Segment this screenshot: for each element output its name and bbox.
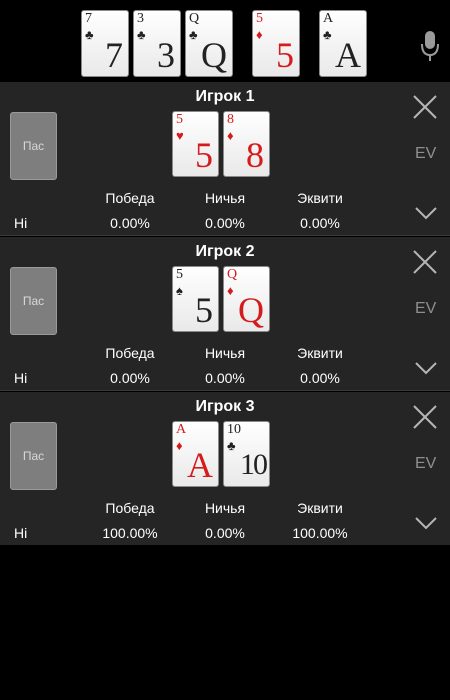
- tie-label: Ничья: [204, 500, 246, 516]
- card-rank-large: A: [335, 35, 361, 75]
- win-label: Победа: [105, 345, 155, 361]
- equity-label: Эквити: [297, 190, 343, 206]
- tie-value: 0.00%: [205, 525, 245, 541]
- card-suit-icon: ♠: [176, 283, 183, 298]
- tie-value: 0.00%: [205, 215, 245, 231]
- win-value: 0.00%: [110, 215, 150, 231]
- player-title: Игрок 1: [195, 88, 255, 105]
- player-card-1[interactable]: 5 ♥ 5: [172, 111, 219, 177]
- card-rank: Q: [227, 267, 238, 282]
- win-label: Победа: [105, 190, 155, 206]
- board-card-5[interactable]: A ♣ A: [319, 10, 367, 77]
- card-suit-icon: ♦: [256, 27, 263, 42]
- card-rank: A: [176, 422, 187, 437]
- close-icon[interactable]: [412, 249, 438, 275]
- pass-button[interactable]: Пас: [10, 112, 57, 180]
- player-card-2[interactable]: Q ♦ Q: [223, 266, 270, 332]
- board-cards-bar: 7 ♣ 7 3 ♣ 3 Q ♣ Q 5 ♦ 5 A ♣ A: [0, 0, 450, 80]
- card-suit-icon: ♣: [85, 27, 94, 42]
- board-card-3[interactable]: Q ♣ Q: [185, 10, 233, 77]
- player-panel-2: Игрок 2 Пас 5 ♠ 5 Q ♦ Q EV Победа Ничья …: [0, 237, 450, 390]
- ev-button[interactable]: EV: [415, 300, 436, 318]
- hi-label: Hi: [14, 525, 28, 541]
- card-rank-large: Q: [238, 290, 264, 330]
- chevron-down-icon[interactable]: [414, 361, 438, 375]
- player-card-2[interactable]: 8 ♦ 8: [223, 111, 270, 177]
- divider: [0, 390, 450, 391]
- card-suit-icon: ♣: [227, 438, 236, 453]
- equity-label: Эквити: [297, 500, 343, 516]
- win-value: 0.00%: [110, 370, 150, 386]
- card-rank-large: 5: [195, 290, 213, 330]
- pass-button[interactable]: Пас: [10, 422, 57, 490]
- player-card-1[interactable]: 5 ♠ 5: [172, 266, 219, 332]
- card-rank-large: Q: [201, 35, 227, 75]
- hi-label: Hi: [14, 370, 28, 386]
- card-rank: 5: [176, 267, 183, 282]
- tie-label: Ничья: [204, 190, 246, 206]
- board-card-1[interactable]: 7 ♣ 7: [81, 10, 129, 77]
- card-rank-large: 3: [157, 35, 175, 75]
- tie-value: 0.00%: [205, 370, 245, 386]
- card-suit-icon: ♦: [176, 438, 183, 453]
- card-rank-large: 5: [276, 35, 294, 75]
- card-rank: 5: [176, 112, 183, 127]
- card-rank: 8: [227, 112, 234, 127]
- card-rank: A: [323, 11, 334, 26]
- board-card-2[interactable]: 3 ♣ 3: [133, 10, 181, 77]
- card-suit-icon: ♥: [176, 128, 184, 143]
- player-card-2[interactable]: 10 ♣ 10: [223, 421, 270, 487]
- chevron-down-icon[interactable]: [414, 206, 438, 220]
- ev-button[interactable]: EV: [415, 145, 436, 163]
- player-card-1[interactable]: A ♦ A: [172, 421, 219, 487]
- win-value: 100.00%: [102, 525, 158, 541]
- player-panel-3: Игрок 3 Пас A ♦ A 10 ♣ 10 EV Победа Ничь…: [0, 392, 450, 545]
- divider: [0, 235, 450, 236]
- player-panel-1: Игрок 1 Пас 5 ♥ 5 8 ♦ 8 EV Победа Ничья …: [0, 82, 450, 235]
- card-suit-icon: ♦: [227, 283, 234, 298]
- board-card-4[interactable]: 5 ♦ 5: [252, 10, 300, 77]
- close-icon[interactable]: [412, 94, 438, 120]
- card-rank-large: 10: [240, 448, 268, 481]
- pass-button[interactable]: Пас: [10, 267, 57, 335]
- chevron-down-icon[interactable]: [414, 516, 438, 530]
- equity-value: 100.00%: [292, 525, 348, 541]
- card-rank: 7: [85, 11, 92, 26]
- card-rank: 10: [227, 422, 241, 437]
- close-icon[interactable]: [412, 404, 438, 430]
- microphone-icon[interactable]: [420, 30, 440, 62]
- equity-label: Эквити: [297, 345, 343, 361]
- win-label: Победа: [105, 500, 155, 516]
- card-suit-icon: ♣: [189, 27, 198, 42]
- ev-button[interactable]: EV: [415, 455, 436, 473]
- player-title: Игрок 3: [195, 398, 255, 415]
- player-title: Игрок 2: [195, 243, 255, 260]
- card-rank-large: 5: [195, 135, 213, 175]
- card-rank: Q: [189, 11, 200, 26]
- equity-value: 0.00%: [300, 370, 340, 386]
- card-rank-large: 7: [105, 35, 123, 75]
- card-rank: 5: [256, 11, 263, 26]
- tie-label: Ничья: [204, 345, 246, 361]
- card-rank-large: 8: [246, 135, 264, 175]
- equity-value: 0.00%: [300, 215, 340, 231]
- card-suit-icon: ♣: [137, 27, 146, 42]
- card-suit-icon: ♦: [227, 128, 234, 143]
- card-rank: 3: [137, 11, 144, 26]
- card-rank-large: A: [187, 445, 213, 485]
- hi-label: Hi: [14, 215, 28, 231]
- card-suit-icon: ♣: [323, 27, 332, 42]
